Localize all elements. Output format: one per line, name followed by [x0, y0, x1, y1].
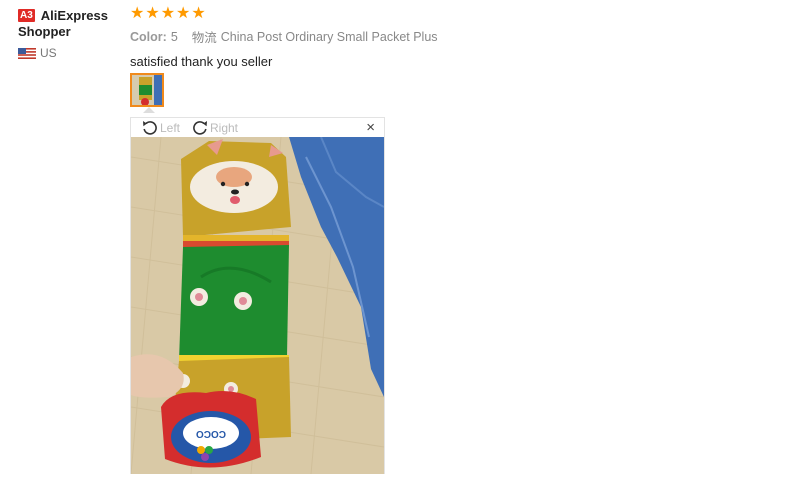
viewer-toolbar: Left Right ×: [131, 118, 384, 137]
us-flag-icon: [18, 47, 36, 59]
star-rating: ★ ★ ★ ★ ★: [130, 6, 790, 22]
close-icon[interactable]: ×: [366, 120, 375, 135]
thumbnail-caret: [143, 107, 155, 113]
color-value: 5: [170, 29, 178, 44]
logistics-label: 物流: [191, 31, 217, 45]
reviewer-name: AliExpress: [40, 8, 108, 23]
logistics-value: China Post Ordinary Small Packet Plus: [220, 29, 438, 44]
rotate-right-label: Right: [210, 121, 239, 135]
star-icon: ★: [160, 5, 176, 22]
review-comment: satisfied thank you seller: [130, 54, 273, 69]
reviewer-info: A3 AliExpress Shopper US: [18, 8, 123, 60]
thumbnail-image: [132, 75, 162, 105]
rotate-right-icon: [193, 121, 207, 135]
star-icon: ★: [145, 5, 160, 22]
rotate-right-button[interactable]: Right: [191, 119, 238, 137]
user-level-badge: A3: [18, 9, 35, 22]
review-body: ★ ★ ★ ★ ★ Color: 5 物流 China Post Ordinar…: [130, 6, 790, 70]
reviewer-country: US: [18, 46, 57, 60]
review-photo-thumbnail[interactable]: [130, 73, 164, 107]
star-icon: ★: [130, 5, 145, 22]
reviewer-name-line2: Shopper: [18, 24, 71, 39]
star-icon: ★: [176, 5, 191, 22]
reviewer-name-row: A3 AliExpress: [18, 8, 123, 24]
image-viewer: Left Right × COCO: [130, 117, 385, 474]
review-meta: Color: 5 物流 China Post Ordinary Small Pa…: [130, 27, 790, 46]
star-icon: ★: [191, 5, 206, 22]
color-label: Color:: [130, 29, 167, 44]
package-label: COCO: [196, 428, 226, 439]
rotate-left-label: Left: [160, 121, 181, 135]
country-code: US: [40, 46, 57, 60]
rotate-left-button[interactable]: Left: [141, 119, 180, 137]
review-photo: COCO: [131, 137, 384, 474]
rotate-left-icon: [143, 121, 157, 135]
